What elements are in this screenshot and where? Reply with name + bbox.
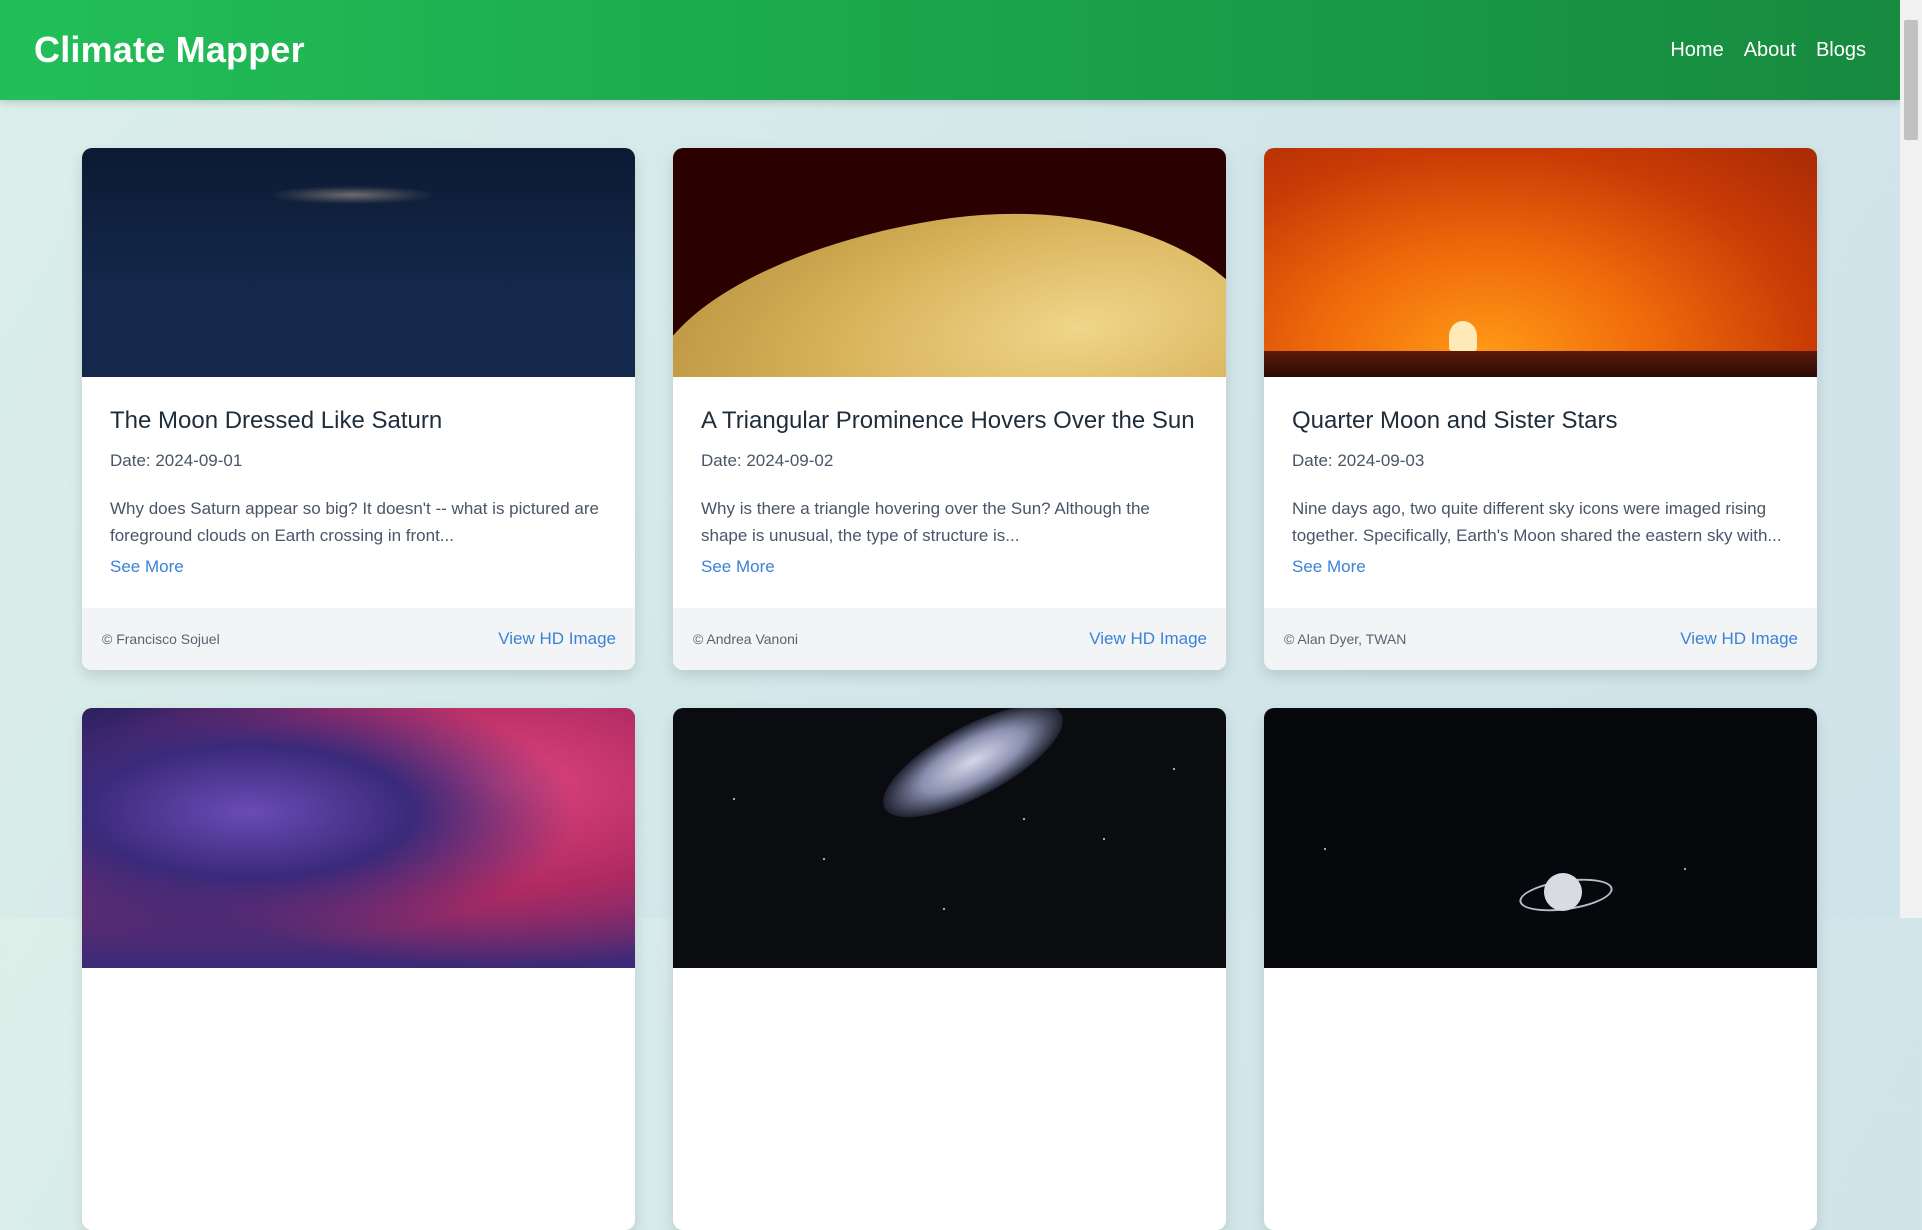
nav-about-link[interactable]: About [1744,39,1796,62]
see-more-link[interactable]: See More [110,557,184,576]
top-navbar: Climate Mapper Home About Blogs [0,0,1900,100]
card-description: Why is there a triangle hovering over th… [701,499,1150,545]
card-body: Quarter Moon and Sister Stars Date: 2024… [1264,377,1817,576]
card-image[interactable] [1264,148,1817,377]
apod-card [673,708,1226,1230]
card-grid: The Moon Dressed Like Saturn Date: 2024-… [82,148,1818,1230]
planet [1544,873,1582,911]
card-date: Date: 2024-09-03 [1292,451,1425,470]
image-credit: © Andrea Vanoni [693,631,799,647]
card-footer: © Francisco Sojuel View HD Image [82,608,635,670]
card-title: Quarter Moon and Sister Stars [1292,407,1618,434]
view-hd-image-link[interactable]: View HD Image [1680,629,1798,649]
card-image[interactable] [673,148,1226,377]
card-footer: © Alan Dyer, TWAN View HD Image [1264,608,1817,670]
main-nav: Home About Blogs [1670,39,1866,62]
apod-card: The Moon Dressed Like Saturn Date: 2024-… [82,148,635,670]
card-title: A Triangular Prominence Hovers Over the … [701,407,1195,434]
apod-card [1264,708,1817,1230]
quarter-moon [1449,321,1477,351]
card-image[interactable] [82,708,635,968]
card-body: The Moon Dressed Like Saturn Date: 2024-… [82,377,635,576]
card-date: Date: 2024-09-01 [110,451,243,470]
card-footer: © Andrea Vanoni View HD Image [673,608,1226,670]
image-credit: © Alan Dyer, TWAN [1284,631,1407,647]
card-image[interactable] [1264,708,1817,968]
card-description: Why does Saturn appear so big? It doesn'… [110,499,599,545]
view-hd-image-link[interactable]: View HD Image [1089,629,1207,649]
card-body: A Triangular Prominence Hovers Over the … [673,377,1226,576]
card-date: Date: 2024-09-02 [701,451,834,470]
view-hd-image-link[interactable]: View HD Image [498,629,616,649]
card-image[interactable] [82,148,635,377]
apod-card: A Triangular Prominence Hovers Over the … [673,148,1226,670]
cloud-streak [272,186,432,204]
sun-surface [673,171,1226,377]
card-image[interactable] [673,708,1226,968]
nav-home-link[interactable]: Home [1670,39,1723,62]
apod-card: Quarter Moon and Sister Stars Date: 2024… [1264,148,1817,670]
brand-logo[interactable]: Climate Mapper [34,29,305,71]
galaxy-shape [868,708,1078,839]
vertical-scrollbar[interactable] [1900,0,1922,918]
scrollbar-thumb[interactable] [1904,20,1918,140]
horizon-clouds [1264,351,1817,377]
card-description: Nine days ago, two quite different sky i… [1292,499,1782,545]
nav-blogs-link[interactable]: Blogs [1816,39,1866,62]
card-title: The Moon Dressed Like Saturn [110,407,443,434]
see-more-link[interactable]: See More [1292,557,1366,576]
image-credit: © Francisco Sojuel [102,631,220,647]
see-more-link[interactable]: See More [701,557,775,576]
apod-card [82,708,635,1230]
